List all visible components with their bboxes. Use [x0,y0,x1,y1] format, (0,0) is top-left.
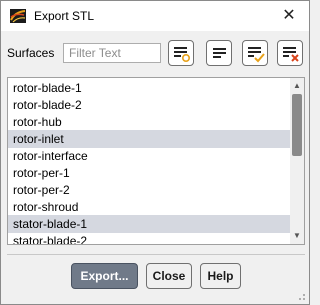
filter-text-input[interactable] [63,43,161,63]
scrollbar[interactable]: ▲ ▼ [290,78,304,244]
surface-list-item[interactable]: rotor-per-2 [8,181,292,199]
deselect-all-icon [283,47,299,62]
title-bar: Export STL ✕ [1,1,309,31]
surface-list-item[interactable]: stator-blade-2 [8,232,292,244]
list-icon [213,48,226,58]
surface-list-item[interactable]: rotor-shroud [8,198,292,216]
scroll-up-icon[interactable]: ▲ [290,79,304,93]
surface-list-item[interactable]: rotor-blade-1 [8,79,292,97]
help-button[interactable]: Help [200,263,241,289]
select-none-icon [174,47,191,63]
scroll-down-icon[interactable]: ▼ [290,229,304,243]
app-logo-icon [10,9,26,23]
surface-list-item[interactable]: rotor-blade-2 [8,96,292,114]
divider [7,254,305,255]
resize-grip-icon[interactable] [296,291,306,301]
deselect-all-button[interactable] [277,40,303,66]
select-none-button[interactable] [168,40,194,66]
export-button[interactable]: Export... [71,263,138,289]
surface-list-item[interactable]: rotor-per-1 [8,164,292,182]
window-title: Export STL [34,9,95,23]
close-button[interactable]: Close [146,263,192,289]
select-all-icon [248,47,265,63]
surface-list-item[interactable]: stator-blade-1 [8,215,292,233]
scrollbar-thumb[interactable] [292,94,302,156]
surface-list-item[interactable]: rotor-interface [8,147,292,165]
list-button[interactable] [206,40,232,66]
close-window-icon[interactable]: ✕ [279,6,299,26]
export-stl-dialog: Export STL ✕ Surfaces Filter Text rotor-… [0,0,310,305]
surface-list-item[interactable]: rotor-inlet [8,130,292,148]
surface-list-item[interactable]: rotor-hub [8,113,292,131]
surfaces-label: Surfaces [7,46,55,60]
surfaces-list[interactable]: rotor-blade-1 rotor-blade-2 rotor-hub rotor… [7,77,305,245]
select-all-button[interactable] [242,40,268,66]
